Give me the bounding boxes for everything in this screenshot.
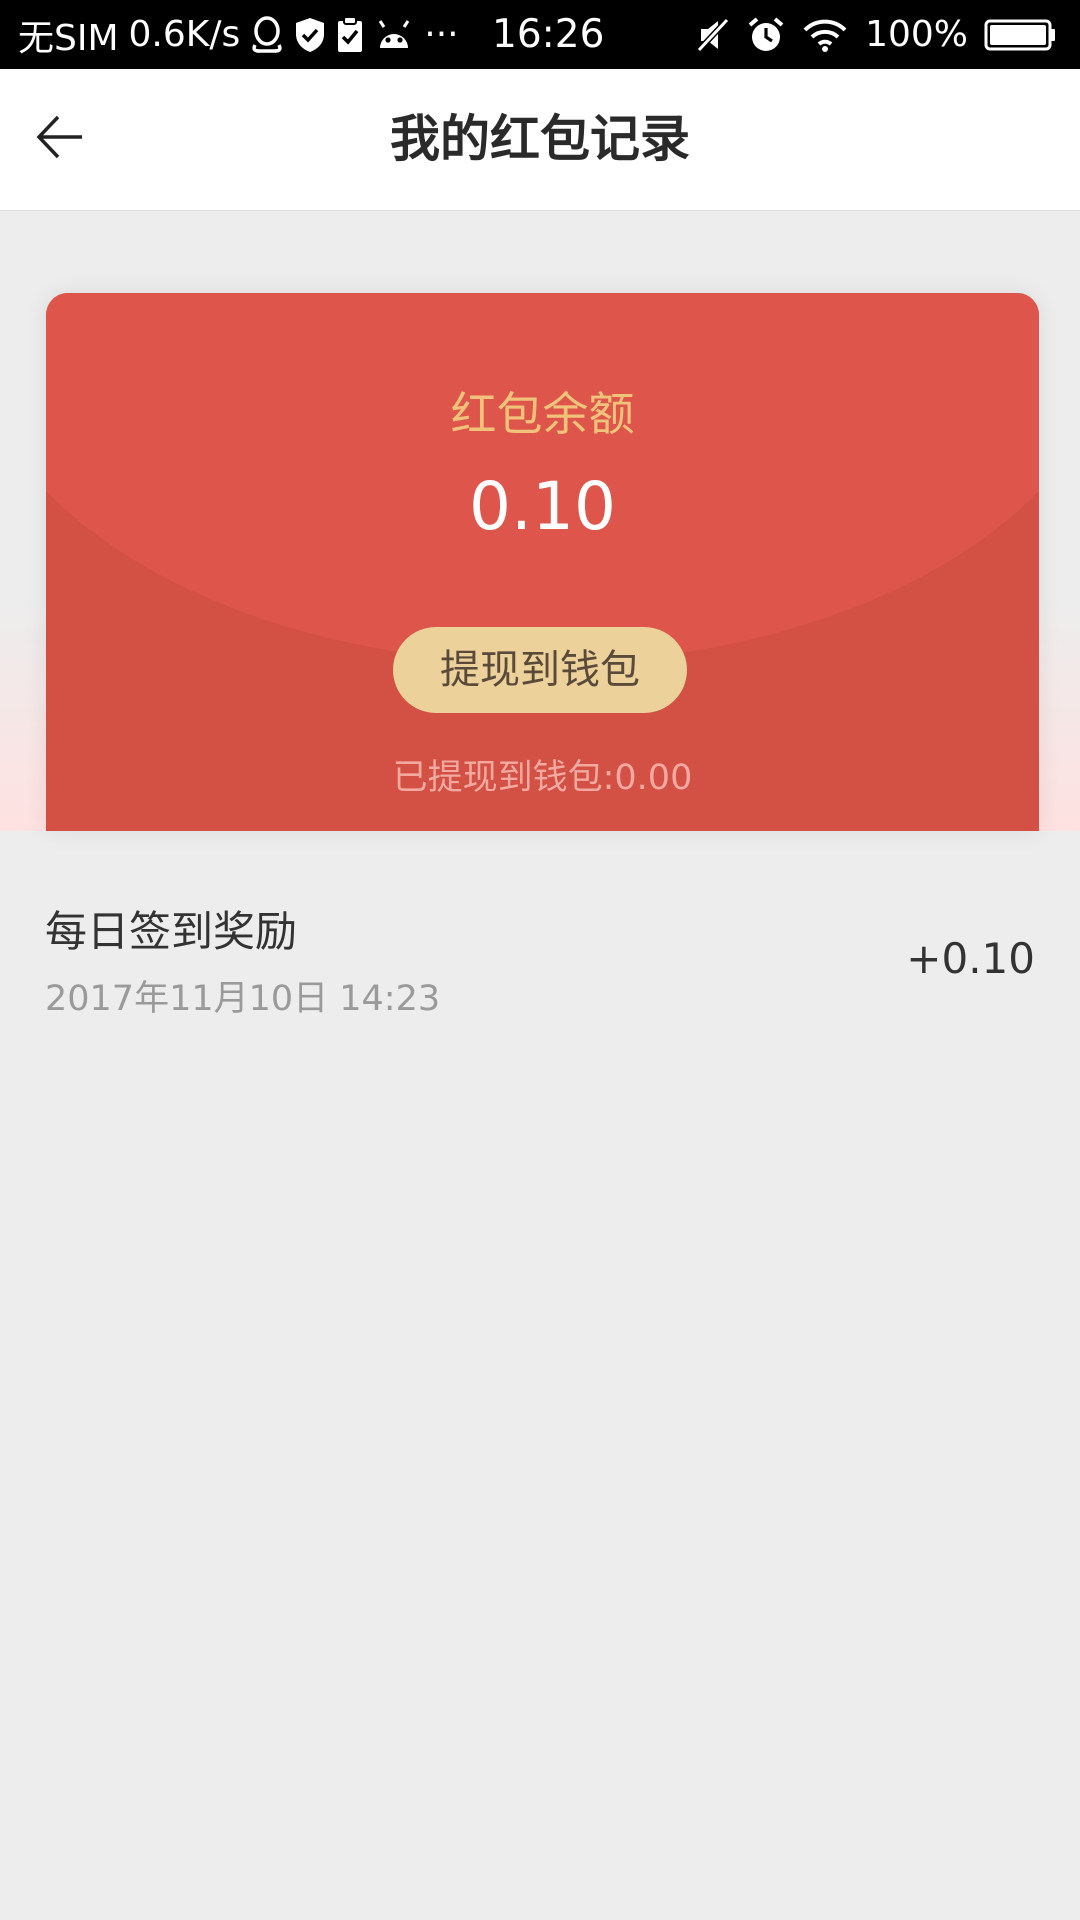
page-title: 我的红包记录 [390, 110, 690, 168]
more-dots: ··· [424, 14, 459, 55]
shield-icon [294, 16, 326, 54]
red-envelope-card: 红包余额 0.10 提现到钱包 已提现到钱包:0.00 [46, 293, 1039, 831]
battery-percent: 100% [865, 14, 968, 55]
status-bar-left: 无SIM 0.6K/s ··· [18, 0, 459, 69]
list-item[interactable]: 每日签到奖励 2017年11月10日 14:23 +0.10 [0, 860, 1080, 1030]
status-bar-right: 100% [695, 0, 1056, 69]
network-speed: 0.6K/s [128, 14, 241, 55]
wifi-icon [801, 17, 849, 53]
carrier-label: 无SIM [18, 17, 119, 59]
clipboard-check-icon [336, 15, 364, 54]
android-icon [374, 18, 414, 52]
record-time: 2017年11月10日 14:23 [45, 979, 441, 1019]
battery-icon [984, 18, 1056, 52]
status-bar: 无SIM 0.6K/s ··· 16:26 100% [0, 0, 1080, 69]
alarm-icon [747, 16, 785, 54]
header: 我的红包记录 [0, 69, 1080, 211]
clock: 16:26 [492, 12, 605, 57]
balance-value: 0.10 [469, 468, 616, 545]
record-title: 每日签到奖励 [45, 907, 298, 956]
withdraw-button[interactable]: 提现到钱包 [393, 627, 687, 713]
withdrawn-amount: 已提现到钱包:0.00 [392, 758, 693, 798]
record-amount: +0.10 [906, 934, 1035, 983]
balance-label: 红包余额 [450, 387, 635, 441]
mute-icon [695, 16, 731, 54]
qq-icon [250, 15, 284, 55]
